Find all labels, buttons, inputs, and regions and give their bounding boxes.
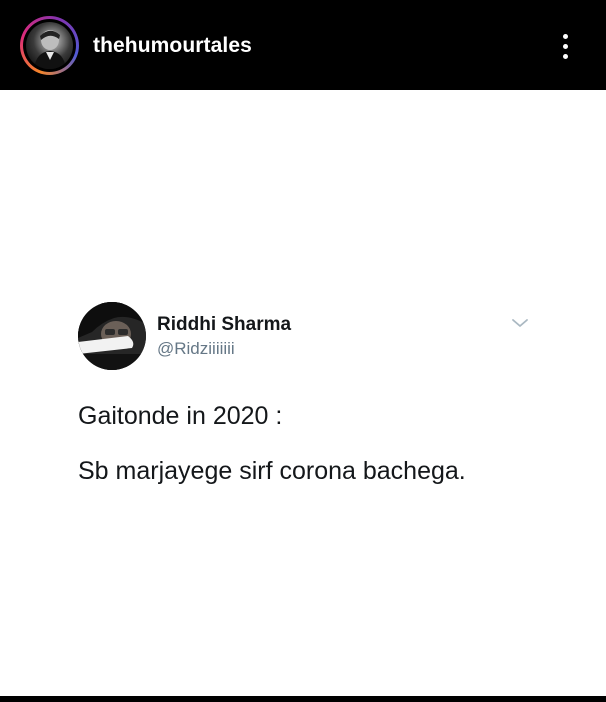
account-username[interactable]: thehumourtales (93, 33, 252, 59)
more-vertical-icon[interactable] (553, 31, 579, 63)
chevron-down-icon[interactable] (510, 316, 530, 330)
post-header: thehumourtales (0, 0, 606, 90)
instagram-post: thehumourtales Riddhi Sharma @Ridziiiiii… (0, 0, 606, 702)
tweet-author-avatar[interactable] (78, 302, 146, 370)
tweet-text-line: Sb marjayege sirf corona bachega. (78, 457, 466, 485)
tweet-display-name[interactable]: Riddhi Sharma (157, 314, 291, 336)
profile-avatar[interactable] (20, 16, 79, 75)
post-image: Riddhi Sharma @Ridziiiiiii Gaitonde in 2… (0, 90, 606, 696)
profile-photo (26, 22, 73, 69)
tweet-text-line: Gaitonde in 2020 : (78, 402, 283, 430)
tweet-handle[interactable]: @Ridziiiiiii (157, 338, 235, 360)
